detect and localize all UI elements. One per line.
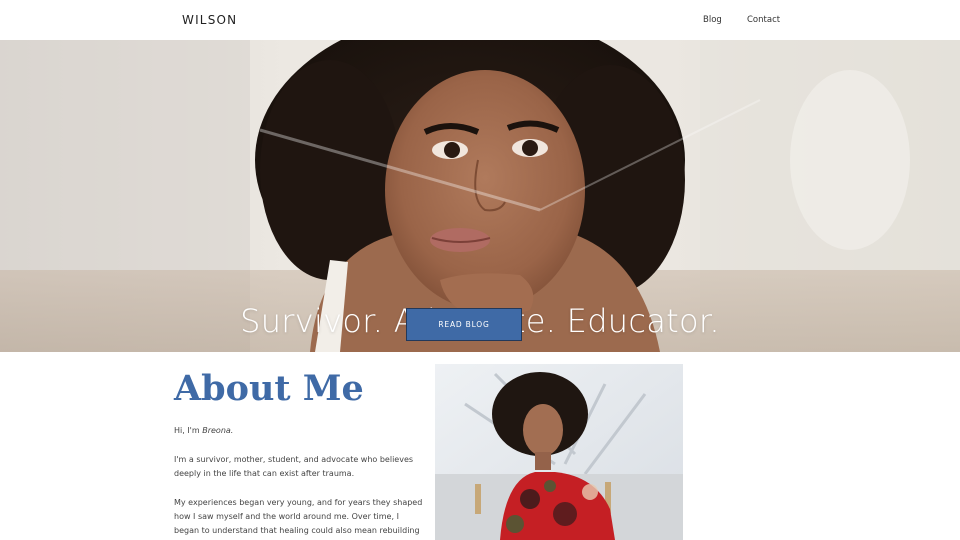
site-logo[interactable]: WILSON (182, 13, 237, 27)
nav-link-contact[interactable]: Contact (747, 15, 780, 25)
about-intro-name: Breona. (202, 426, 234, 435)
about-intro: Hi, I'm Breona. (174, 424, 424, 438)
about-paragraph-3: My experiences began very young, and for… (174, 498, 423, 535)
read-blog-button[interactable]: READ BLOG (406, 308, 522, 341)
about-heading: About Me (174, 368, 364, 409)
site-header: WILSON Blog Contact (0, 0, 960, 40)
about-portrait-image (435, 364, 683, 540)
nav-link-blog[interactable]: Blog (703, 15, 722, 25)
hero-banner: Survivor. Advocate. Educator. (0, 40, 960, 352)
about-intro-prefix: Hi, I'm (174, 426, 203, 435)
about-photo (435, 364, 683, 540)
about-paragraph-2: I'm a survivor, mother, student, and adv… (174, 455, 414, 478)
